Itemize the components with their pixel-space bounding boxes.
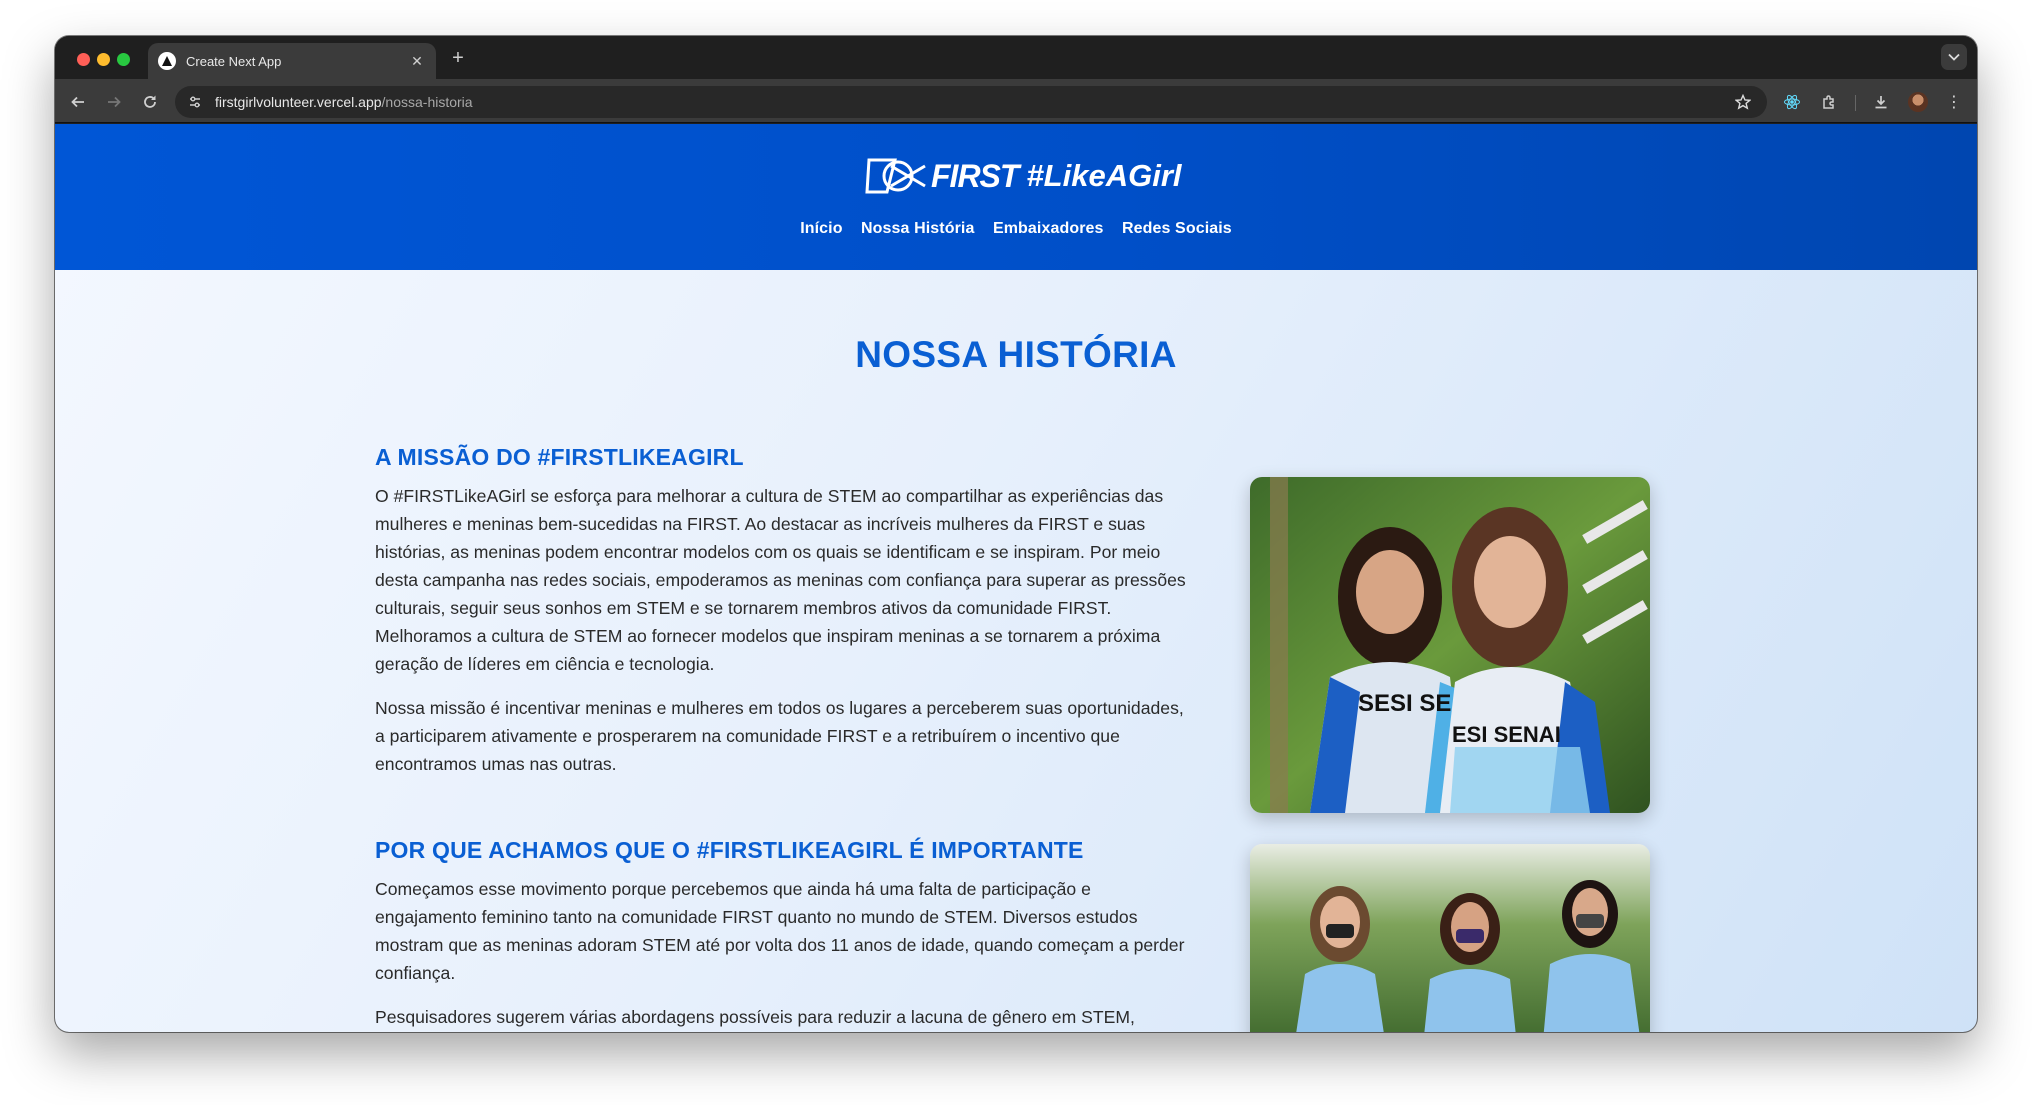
close-icon[interactable]: ✕ [408, 53, 426, 70]
main-nav: Início Nossa História Embaixadores Redes… [55, 220, 1977, 238]
browser-window: Create Next App ✕ + firstgirlvolunteer.v… [55, 36, 1977, 1032]
section-heading: A MISSÃO DO #FIRSTLIKEAGIRL [375, 444, 744, 470]
first-logo-icon [865, 158, 926, 194]
section-paragraph: Começamos esse movimento porque percebem… [375, 879, 1185, 983]
url-host: firstgirlvolunteer.vercel.app [215, 94, 382, 110]
tab-search-button[interactable] [1941, 44, 1967, 70]
arrow-right-icon [108, 96, 121, 108]
nav-link-redes-sociais[interactable]: Redes Sociais [1122, 220, 1232, 237]
url-path: /nossa-historia [381, 94, 473, 110]
chevron-down-icon [1948, 53, 1960, 61]
minimize-window-button[interactable] [97, 53, 110, 66]
photo-three-girls [1250, 844, 1650, 1032]
address-bar[interactable]: firstgirlvolunteer.vercel.app/nossa-hist… [175, 86, 1767, 118]
site-info-icon[interactable] [183, 90, 207, 114]
maximize-window-button[interactable] [117, 53, 130, 66]
avatar [1908, 92, 1928, 112]
shirt-text: SESI SE [1358, 690, 1451, 717]
mission-section: A MISSÃO DO #FIRSTLIKEAGIRL O #FIRSTLike… [375, 444, 1195, 794]
tab-title: Create Next App [186, 53, 282, 69]
close-window-button[interactable] [77, 53, 90, 66]
forward-button[interactable] [103, 91, 125, 113]
extensions-puzzle-icon[interactable] [1818, 91, 1840, 113]
site-header: FIRST #LikeAGirl Início Nossa História E… [55, 124, 1977, 270]
tab-active[interactable]: Create Next App ✕ [148, 43, 436, 79]
photo-two-girls: SESI SE ESI SENAI [1250, 477, 1650, 813]
nav-link-inicio[interactable]: Início [800, 220, 842, 237]
shirt-text: ESI SENAI [1452, 722, 1561, 747]
download-icon[interactable] [1870, 91, 1892, 113]
tab-strip: Create Next App ✕ + [55, 36, 1977, 79]
nav-link-embaixadores[interactable]: Embaixadores [993, 220, 1104, 237]
arrow-left-icon [71, 96, 84, 108]
logo-first-text: FIRST [931, 157, 1019, 194]
logo-hashtag-text: #LikeAGirl [1026, 158, 1182, 193]
section-paragraph: Pesquisadores sugerem várias abordagens … [375, 1007, 1135, 1027]
nextjs-favicon-icon [158, 52, 176, 70]
site-logo[interactable]: FIRST #LikeAGirl [865, 154, 1182, 198]
browser-menu-icon[interactable]: ⋮ [1943, 91, 1965, 113]
back-button[interactable] [67, 91, 89, 113]
nav-link-nossa-historia[interactable]: Nossa História [861, 220, 974, 237]
profile-avatar[interactable] [1907, 91, 1929, 113]
new-tab-button[interactable]: + [447, 47, 469, 69]
toolbar-divider [1855, 95, 1856, 111]
importance-section: POR QUE ACHAMOS QUE O #FIRSTLIKEAGIRL É … [375, 837, 1195, 1032]
reload-button[interactable] [139, 91, 161, 113]
section-heading: POR QUE ACHAMOS QUE O #FIRSTLIKEAGIRL É … [375, 837, 1084, 863]
url-text: firstgirlvolunteer.vercel.app/nossa-hist… [215, 94, 473, 110]
section-paragraph: Nossa missão é incentivar meninas e mulh… [375, 698, 1184, 774]
react-devtools-icon[interactable] [1781, 91, 1803, 113]
section-paragraph: O #FIRSTLikeAGirl se esforça para melhor… [375, 486, 1186, 674]
page-viewport: FIRST #LikeAGirl Início Nossa História E… [55, 124, 1977, 1032]
bookmark-star-icon[interactable] [1733, 92, 1753, 112]
reload-icon [144, 95, 156, 108]
page-title: NOSSA HISTÓRIA [855, 334, 1177, 375]
browser-toolbar: firstgirlvolunteer.vercel.app/nossa-hist… [55, 79, 1977, 123]
